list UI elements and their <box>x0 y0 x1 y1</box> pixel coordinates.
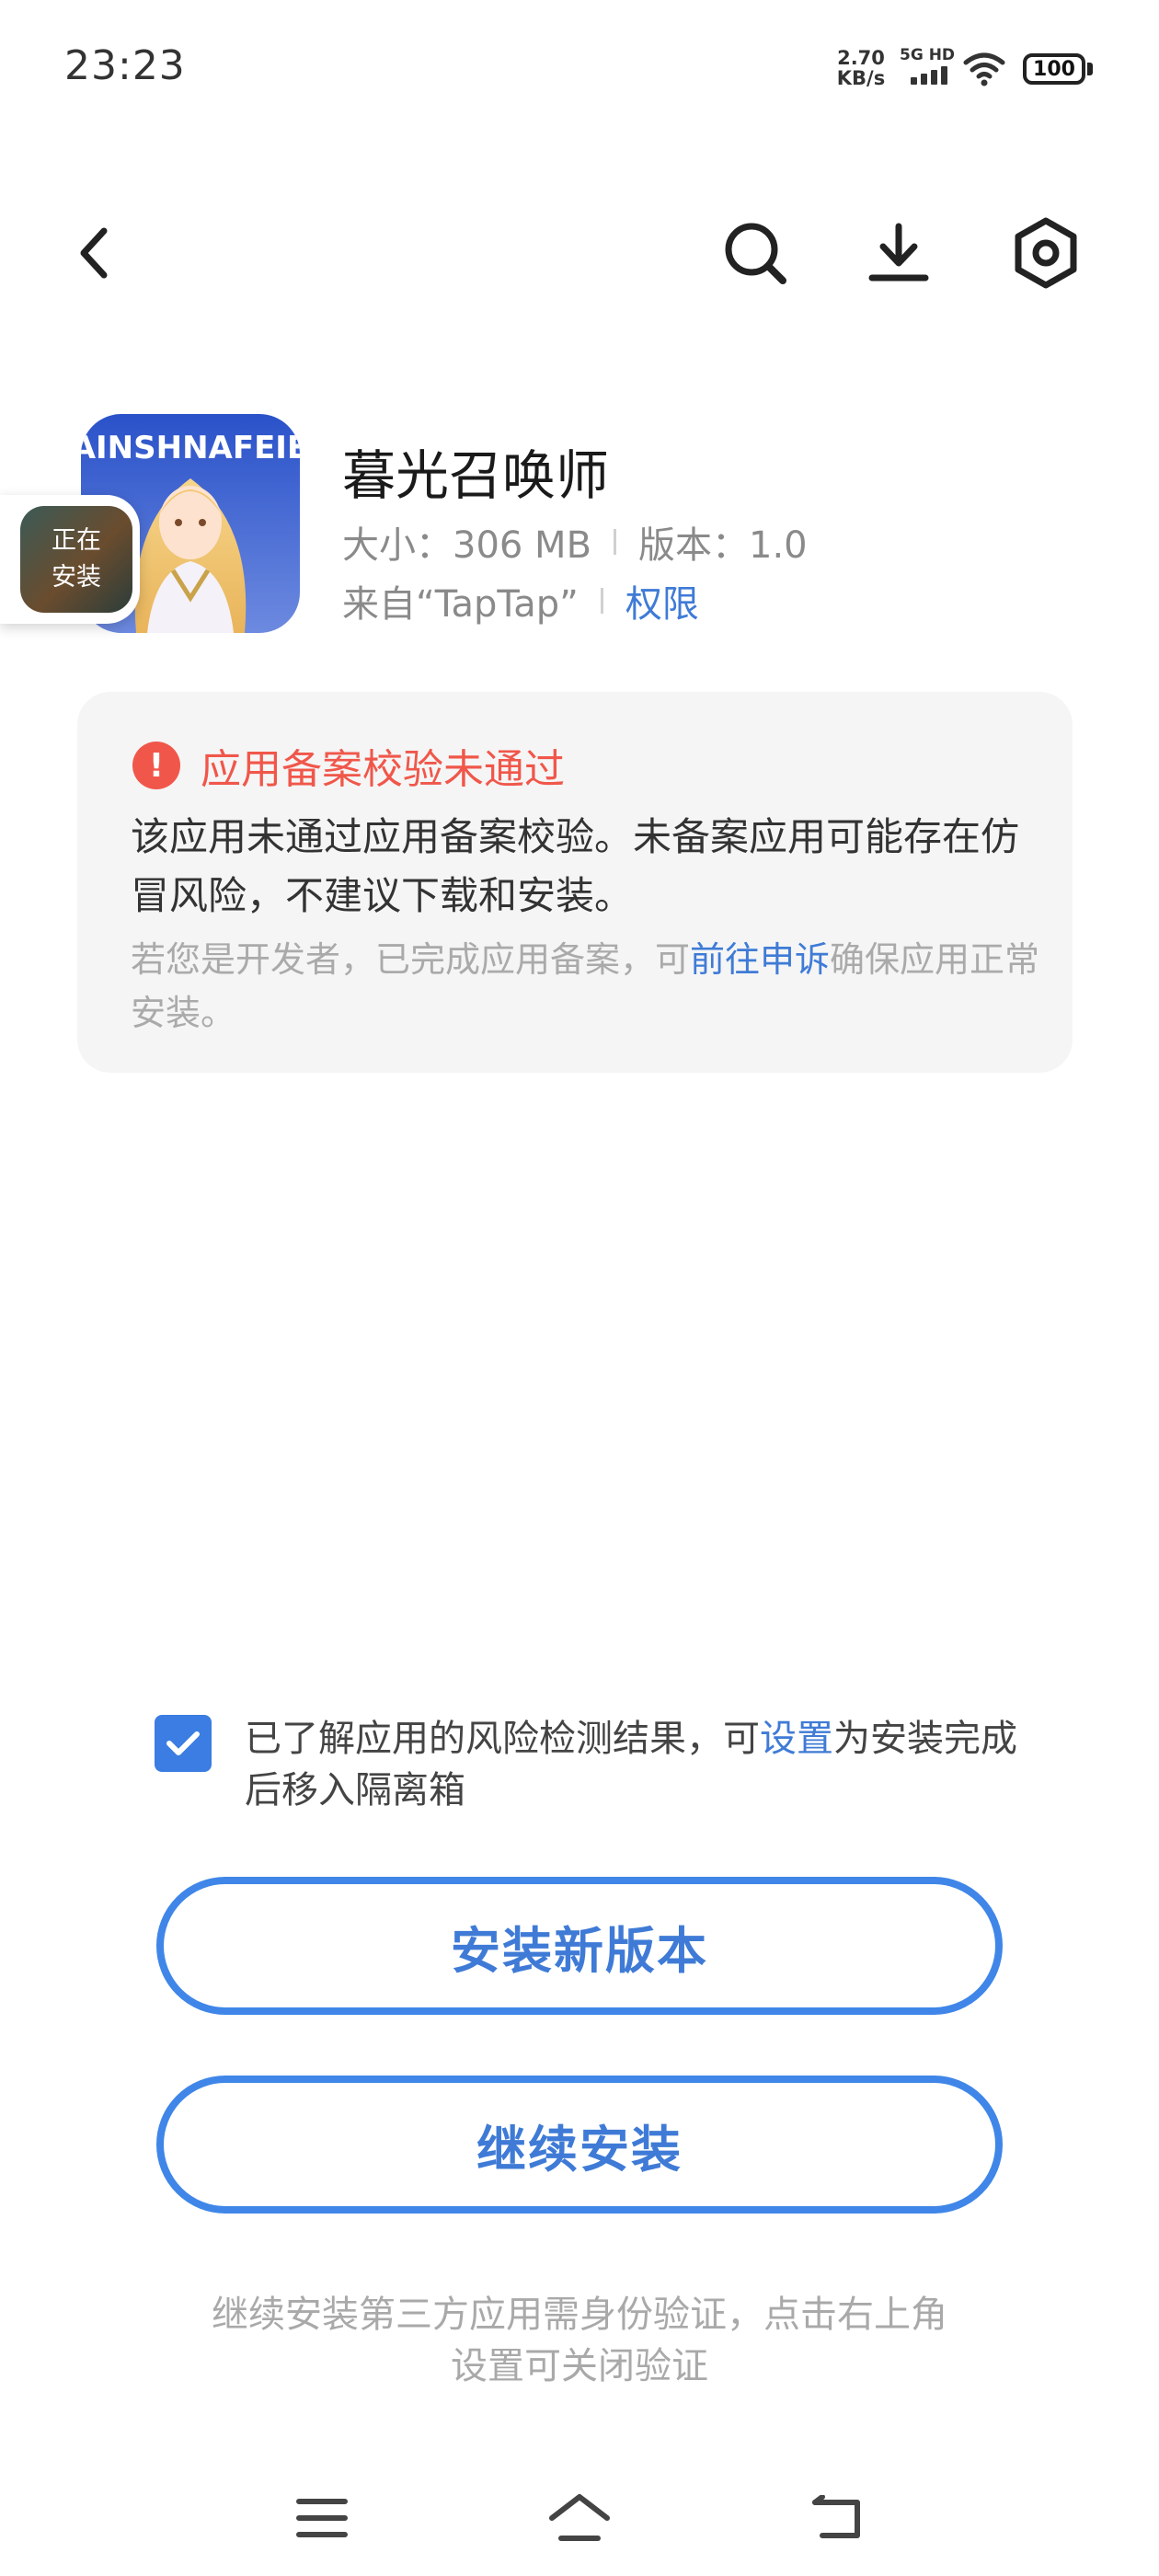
chevron-left-icon <box>80 227 108 279</box>
home-icon <box>549 2494 610 2541</box>
network-speed-value: 2.70 <box>837 47 885 69</box>
divider <box>600 588 603 614</box>
exclamation-icon: ! <box>132 742 180 789</box>
download-button[interactable] <box>857 212 940 294</box>
divider <box>614 529 617 555</box>
app-size-version: 大小：306 MB 版本：1.0 <box>342 515 808 569</box>
back-button[interactable] <box>53 212 136 294</box>
app-version: 版本：1.0 <box>638 524 808 567</box>
permissions-link[interactable]: 权限 <box>625 574 699 627</box>
continue-install-button[interactable]: 继续安装 <box>156 2076 1003 2214</box>
gear-icon <box>1015 217 1077 289</box>
app-size: 大小：306 MB <box>342 524 592 567</box>
battery-level: 100 <box>1033 57 1075 81</box>
warning-title-row: ! 应用备案校验未通过 <box>132 736 565 795</box>
back-icon <box>812 2495 860 2538</box>
search-button[interactable] <box>714 212 797 294</box>
installing-badge[interactable]: 正在安装 <box>0 495 140 624</box>
menu-icon <box>296 2499 348 2537</box>
install-new-version-button[interactable]: 安装新版本 <box>156 1877 1003 2015</box>
wifi-icon <box>962 52 1006 90</box>
app-source-line: 来自“TapTap” 权限 <box>342 574 699 627</box>
installing-thumbnail: 正在安装 <box>20 506 132 613</box>
app-source: 来自“TapTap” <box>342 583 579 626</box>
risk-consent-text: 已了解应用的风险检测结果，可设置为安装完成后移入隔离箱 <box>245 1713 1017 1816</box>
cellular-signal-icon <box>911 66 947 85</box>
appeal-link[interactable]: 前往申诉 <box>690 939 830 980</box>
download-icon <box>868 223 929 282</box>
warning-hint: 若您是开发者，已完成应用备案，可前往申诉确保应用正常安装。 <box>131 933 1041 1040</box>
warning-body: 该应用未通过应用备案校验。未备案应用可能存在仿冒风险，不建议下载和安装。 <box>131 814 1020 918</box>
app-name: 暮光召唤师 <box>342 444 610 507</box>
installing-label: 正在安装 <box>52 526 101 592</box>
verification-footnote: 继续安装第三方应用需身份验证，点击右上角设置可关闭验证 <box>212 2294 947 2387</box>
network-speed: 2.70 KB/s <box>833 48 889 88</box>
quarantine-settings-link[interactable]: 设置 <box>760 1718 833 1760</box>
settings-button[interactable] <box>1004 212 1087 294</box>
consent-prefix: 已了解应用的风险检测结果，可 <box>245 1718 760 1760</box>
nav-home-button[interactable] <box>534 2477 625 2559</box>
battery-tip <box>1087 63 1093 75</box>
nav-back-button[interactable] <box>791 2477 883 2559</box>
status-time: 23:23 <box>64 42 186 89</box>
risk-consent-checkbox[interactable] <box>155 1715 212 1772</box>
warning-title: 应用备案校验未通过 <box>201 746 565 793</box>
network-speed-unit: KB/s <box>836 67 886 89</box>
battery-icon: 100 <box>1023 53 1085 85</box>
nav-menu-button[interactable] <box>276 2477 368 2559</box>
signal-label: 5G HD <box>900 46 956 64</box>
check-icon <box>166 1731 200 1755</box>
search-icon <box>725 223 786 284</box>
warning-hint-prefix: 若您是开发者，已完成应用备案，可 <box>131 939 691 980</box>
app-icon-banner: TAINSHNAFEIEL <box>81 430 300 466</box>
